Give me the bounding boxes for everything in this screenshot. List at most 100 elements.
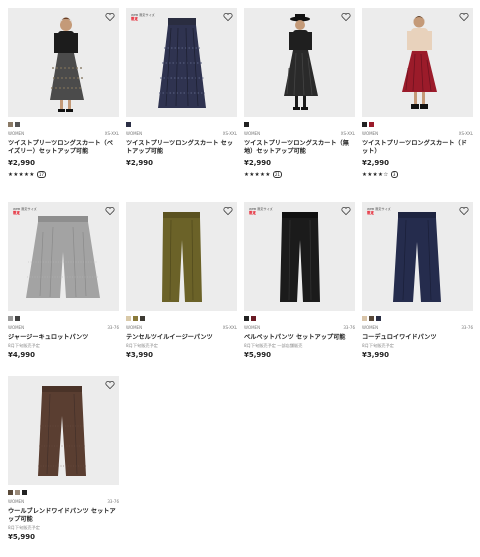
product-meta: WOMEN XS-XXL: [244, 131, 355, 136]
color-swatch[interactable]: [8, 122, 13, 127]
rating-stars: ★★★★★: [244, 171, 271, 178]
product-meta: WOMEN 33-76: [8, 325, 119, 330]
product-meta: WOMEN 33-76: [244, 325, 355, 330]
color-swatch[interactable]: [362, 122, 367, 127]
product-price: ¥2,990: [362, 159, 390, 167]
product-meta: WOMEN XS-XXL: [126, 131, 237, 136]
color-swatch[interactable]: [244, 122, 249, 127]
color-swatches: [126, 316, 237, 321]
size-range: XS-XXL: [458, 131, 473, 136]
review-count[interactable]: 17: [36, 171, 47, 178]
size-range: 33-76: [461, 325, 473, 330]
release-note: 8月下旬販売予定: [126, 343, 158, 348]
favorite-heart-icon[interactable]: [105, 380, 115, 390]
color-swatch[interactable]: [140, 316, 145, 321]
size-range: XS-XXL: [222, 131, 237, 136]
color-swatch[interactable]: [251, 316, 256, 321]
favorite-heart-icon[interactable]: [105, 12, 115, 22]
product-name[interactable]: コーデュロイワイドパンツ: [362, 334, 473, 342]
olive-pants-image: [126, 202, 237, 311]
gender-label: WOMEN: [362, 131, 379, 136]
rating[interactable]: ★★★★★ 21: [244, 171, 355, 178]
color-swatch[interactable]: [244, 316, 249, 321]
product-name[interactable]: ツイストプリーツロングスカート（無地）セットアップ可能: [244, 140, 355, 156]
rating[interactable]: ★★★★★ 17: [8, 171, 119, 178]
color-swatch[interactable]: [126, 316, 131, 321]
product-price: ¥5,990: [244, 351, 272, 359]
color-swatch[interactable]: [8, 490, 13, 495]
color-swatches: [244, 122, 355, 127]
color-swatch[interactable]: [126, 122, 131, 127]
product-name[interactable]: ツイストプリーツロングスカート（ペイズリー）セットアップ可能: [8, 140, 119, 156]
product-image[interactable]: WEB 限定サイズ 限定: [244, 202, 355, 311]
product-image[interactable]: [8, 376, 119, 485]
favorite-heart-icon[interactable]: [459, 12, 469, 22]
badge-line2: 限定: [367, 210, 374, 215]
gender-label: WOMEN: [126, 131, 143, 136]
product-image[interactable]: [244, 8, 355, 117]
product-card[interactable]: WEB 限定サイズ 限定 WOMEN XS-XXL ツイストプリーツロングスカー…: [126, 8, 237, 167]
product-image[interactable]: [8, 8, 119, 117]
favorite-heart-icon[interactable]: [223, 206, 233, 216]
color-swatch[interactable]: [15, 490, 20, 495]
size-range: 33-76: [107, 325, 119, 330]
color-swatch[interactable]: [8, 316, 13, 321]
product-card[interactable]: WEB 限定サイズ 限定 WOMEN 33-76 コーデュロイワイドパンツ 8月…: [362, 202, 473, 359]
rating[interactable]: ★★★★☆ 3: [362, 171, 473, 178]
product-image[interactable]: WEB 限定サイズ 限定: [8, 202, 119, 311]
product-price: ¥2,990: [126, 159, 154, 167]
navy-pleated-skirt-image: [126, 8, 237, 117]
size-range: 33-76: [107, 499, 119, 504]
product-meta: WOMEN XS-XXL: [126, 325, 237, 330]
color-swatch[interactable]: [369, 316, 374, 321]
review-count[interactable]: 3: [390, 171, 398, 178]
product-image[interactable]: [126, 202, 237, 311]
gender-label: WOMEN: [244, 131, 261, 136]
review-count[interactable]: 21: [272, 171, 283, 178]
color-swatch[interactable]: [15, 122, 20, 127]
color-swatch[interactable]: [376, 316, 381, 321]
product-name[interactable]: テンセルツイルイージーパンツ: [126, 334, 237, 342]
product-card[interactable]: WEB 限定サイズ 限定 WOMEN 33-76 ベルベットパンツ セットアップ…: [244, 202, 355, 359]
web-limited-badge: WEB 限定サイズ 限定: [367, 207, 391, 215]
navy-corduroy-pants-image: [362, 202, 473, 311]
product-image[interactable]: [362, 8, 473, 117]
favorite-heart-icon[interactable]: [341, 206, 351, 216]
product-card[interactable]: WOMEN 33-76 ウールブレンドワイドパンツ セットアップ可能 8月下旬販…: [8, 376, 119, 541]
favorite-heart-icon[interactable]: [459, 206, 469, 216]
color-swatches: [362, 122, 473, 127]
product-name[interactable]: ウールブレンドワイドパンツ セットアップ可能: [8, 508, 119, 524]
favorite-heart-icon[interactable]: [105, 206, 115, 216]
product-card[interactable]: WOMEN XS-XXL ツイストプリーツロングスカート（ドット） ¥2,990…: [362, 8, 473, 178]
product-price: ¥2,990: [244, 159, 272, 167]
gray-culotte-pants-image: [8, 202, 119, 311]
product-price: ¥2,990: [8, 159, 36, 167]
model-red-skirt-image: [362, 8, 473, 117]
color-swatch[interactable]: [362, 316, 367, 321]
size-range: 33-76: [343, 325, 355, 330]
product-meta: WOMEN 33-76: [8, 499, 119, 504]
product-image[interactable]: WEB 限定サイズ 限定: [362, 202, 473, 311]
product-card[interactable]: WOMEN XS-XXL ツイストプリーツロングスカート（無地）セットアップ可能…: [244, 8, 355, 178]
product-name[interactable]: ジャージーキュロットパンツ: [8, 334, 119, 342]
product-name[interactable]: ツイストプリーツロングスカート（ドット）: [362, 140, 473, 156]
product-meta: WOMEN XS-XXL: [362, 131, 473, 136]
product-name[interactable]: ベルベットパンツ セットアップ可能: [244, 334, 355, 342]
model-paisley-skirt-image: [8, 8, 119, 117]
color-swatches: [8, 122, 119, 127]
color-swatch[interactable]: [15, 316, 20, 321]
color-swatch[interactable]: [133, 316, 138, 321]
product-name[interactable]: ツイストプリーツロングスカート セットアップ可能: [126, 140, 237, 156]
favorite-heart-icon[interactable]: [341, 12, 351, 22]
product-card[interactable]: WEB 限定サイズ 限定 WOMEN 33-76 ジャージーキュロットパンツ 8…: [8, 202, 119, 359]
color-swatch[interactable]: [22, 490, 27, 495]
color-swatch[interactable]: [369, 122, 374, 127]
web-limited-badge: WEB 限定サイズ 限定: [131, 13, 155, 21]
product-card[interactable]: WOMEN XS-XXL テンセルツイルイージーパンツ 8月下旬販売予定 ¥3,…: [126, 202, 237, 359]
release-note: 8月下旬販売予定: [8, 343, 40, 348]
favorite-heart-icon[interactable]: [223, 12, 233, 22]
rating-stars: ★★★★☆: [362, 171, 389, 178]
color-swatches: [8, 316, 119, 321]
product-image[interactable]: WEB 限定サイズ 限定: [126, 8, 237, 117]
product-card[interactable]: WOMEN XS-XXL ツイストプリーツロングスカート（ペイズリー）セットアッ…: [8, 8, 119, 178]
